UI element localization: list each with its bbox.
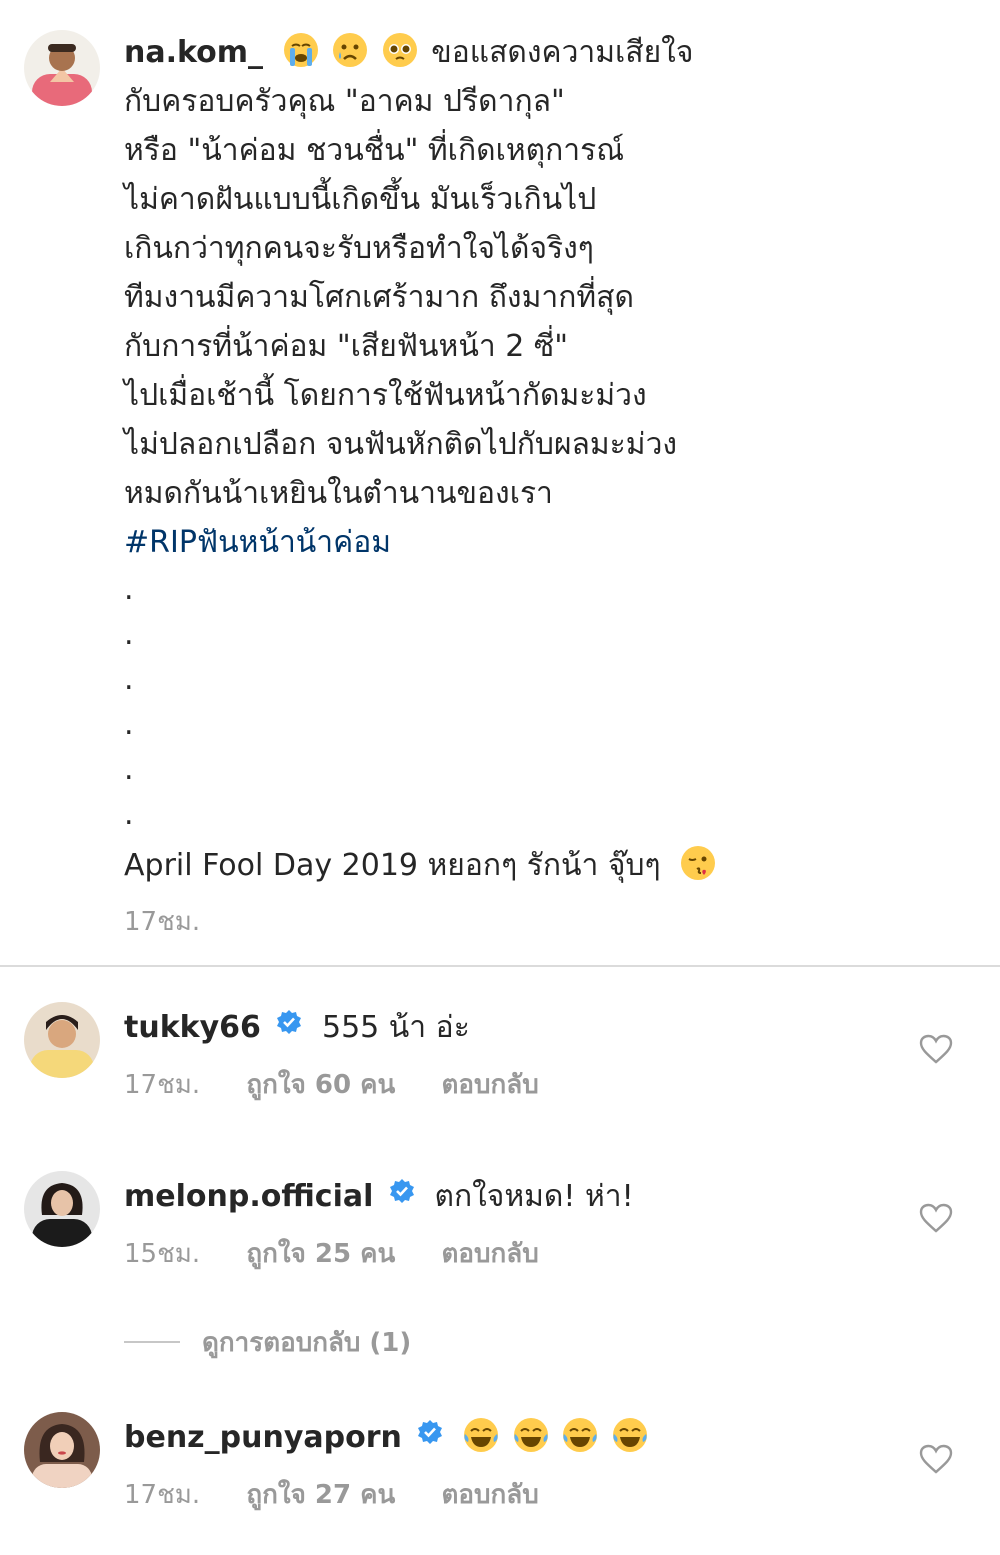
comment-timestamp: 17ชม. bbox=[124, 1480, 201, 1510]
reply-button[interactable]: ตอบกลับ bbox=[442, 1239, 539, 1269]
caption-line: ทีมงานมีความโศกเศร้ามาก ถึงมากที่สุด bbox=[124, 280, 634, 315]
hashtag-link[interactable]: #RIPฟันหน้าน้าค่อม bbox=[124, 525, 391, 560]
comment-item: tukky66 555 น้า อ่ะ 17ชม. ถูกใจ 60 คน ตอ… bbox=[0, 1002, 1000, 1112]
verified-badge-icon bbox=[276, 1009, 302, 1035]
caption-dot: . bbox=[124, 797, 134, 832]
commenter-avatar[interactable] bbox=[24, 1002, 100, 1078]
caption-line: ไปเมื่อเช้านี้ โดยการใช้ฟันหน้ากัดมะม่วง bbox=[124, 378, 647, 413]
comment-timestamp: 17ชม. bbox=[124, 1070, 201, 1100]
tears-of-joy-emoji-icon bbox=[612, 1417, 648, 1453]
caption-line: ไม่ปลอกเปลือก จนฟันหักติดไปกับผลมะม่วง bbox=[124, 427, 678, 462]
tears-of-joy-emoji-icon bbox=[562, 1417, 598, 1453]
face-blowing-kiss-emoji-icon bbox=[680, 845, 716, 881]
tears-of-joy-emoji-icon bbox=[463, 1417, 499, 1453]
commenter-username[interactable]: benz_punyaporn bbox=[124, 1420, 402, 1455]
tears-of-joy-emoji-icon bbox=[513, 1417, 549, 1453]
divider bbox=[124, 1341, 180, 1343]
comment-body: ตกใจหมด! ห่า! bbox=[434, 1179, 634, 1214]
caption-line: เกินกว่าทุกคนจะรับหรือทำใจได้จริงๆ bbox=[124, 231, 594, 266]
post-author-avatar[interactable] bbox=[24, 30, 100, 106]
pleading-face-emoji-icon bbox=[382, 32, 418, 68]
comment-timestamp: 15ชม. bbox=[124, 1239, 201, 1269]
comment-item: benz_punyaporn 17ชม. ถูกใจ 27 คน ตอบกลับ bbox=[0, 1412, 1000, 1522]
crying-face-emoji-icon bbox=[332, 32, 368, 68]
view-replies-button[interactable]: ดูการตอบกลับ (1) bbox=[124, 1322, 411, 1362]
reply-button[interactable]: ตอบกลับ bbox=[442, 1070, 539, 1100]
caption-final-line: April Fool Day 2019 หยอกๆ รักน้า จุ๊บๆ bbox=[124, 848, 661, 883]
caption-line: กับครอบครัวคุณ "อาคม ปรีดากุล" bbox=[124, 84, 565, 119]
like-heart-icon[interactable] bbox=[919, 1444, 953, 1474]
commenter-username[interactable]: melonp.official bbox=[124, 1179, 373, 1214]
loudly-crying-face-emoji-icon bbox=[283, 32, 319, 68]
caption-dot: . bbox=[124, 617, 134, 652]
caption-dot: . bbox=[124, 662, 134, 697]
caption-dot: . bbox=[124, 572, 134, 607]
caption-line: ไม่คาดฝันแบบนี้เกิดขึ้น มันเร็วเกินไป bbox=[124, 182, 597, 217]
comment-body: 555 น้า อ่ะ bbox=[322, 1010, 470, 1045]
commenter-username[interactable]: tukky66 bbox=[124, 1010, 261, 1045]
comment-likes-link[interactable]: ถูกใจ 27 คน bbox=[246, 1480, 395, 1510]
like-heart-icon[interactable] bbox=[919, 1034, 953, 1064]
post-timestamp: 17ชม. bbox=[124, 907, 201, 937]
verified-badge-icon bbox=[417, 1419, 443, 1445]
caption-dot: . bbox=[124, 752, 134, 787]
caption-line: ขอแสดงความเสียใจ bbox=[431, 35, 694, 70]
reply-button[interactable]: ตอบกลับ bbox=[442, 1480, 539, 1510]
post-author-username[interactable]: na.kom_ bbox=[124, 35, 263, 70]
post-caption: na.kom_ ขอแสดงความเสียใจ กับครอบครัวคุณ … bbox=[124, 28, 974, 945]
like-heart-icon[interactable] bbox=[919, 1203, 953, 1233]
commenter-avatar[interactable] bbox=[24, 1171, 100, 1247]
comment-item: melonp.official ตกใจหมด! ห่า! 15ชม. ถูกใ… bbox=[0, 1171, 1000, 1281]
comment-likes-link[interactable]: ถูกใจ 25 คน bbox=[246, 1239, 395, 1269]
divider bbox=[0, 965, 1000, 967]
comment-likes-link[interactable]: ถูกใจ 60 คน bbox=[246, 1070, 395, 1100]
caption-dot: . bbox=[124, 707, 134, 742]
view-replies-label: ดูการตอบกลับ (1) bbox=[202, 1327, 412, 1358]
caption-line: หมดกันน้าเหยินในตำนานของเรา bbox=[124, 476, 553, 511]
caption-line: กับการที่น้าค่อม "เสียฟันหน้า 2 ซี่" bbox=[124, 329, 568, 364]
verified-badge-icon bbox=[389, 1178, 415, 1204]
commenter-avatar[interactable] bbox=[24, 1412, 100, 1488]
caption-line: หรือ "น้าค่อม ชวนชื่น" ที่เกิดเหตุการณ์ bbox=[124, 133, 625, 168]
